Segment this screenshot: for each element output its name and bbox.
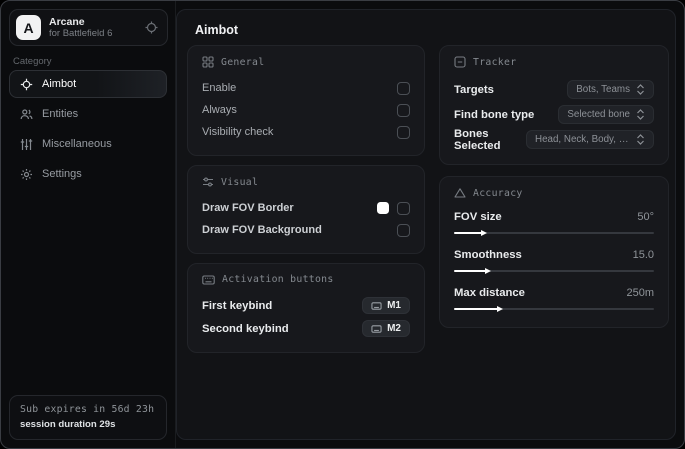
sidebar-item-label: Entities xyxy=(42,108,79,120)
second-keybind-button[interactable]: M2 xyxy=(362,320,410,337)
square-minus-icon xyxy=(454,56,466,68)
setting-label: Visibility check xyxy=(202,126,274,138)
app-header: A Arcane for Battlefield 6 xyxy=(9,9,168,46)
triangle-icon xyxy=(454,187,466,199)
setting-row: Find bone type Selected bone xyxy=(454,102,654,127)
card-title: Activation buttons xyxy=(222,274,334,285)
setting-label: Always xyxy=(202,104,237,116)
setting-label: Enable xyxy=(202,82,237,94)
draw-fov-background-checkbox[interactable] xyxy=(397,223,410,237)
setting-label: Find bone type xyxy=(454,108,535,121)
users-icon xyxy=(20,108,33,121)
subscription-info: Sub expires in 56d 23h session duration … xyxy=(9,395,167,440)
chevrons-up-down-icon xyxy=(636,109,645,120)
gear-icon xyxy=(20,168,33,181)
activation-buttons-card: Activation buttons First keybind M1 Seco… xyxy=(187,263,425,353)
category-label: Category xyxy=(13,56,52,67)
visibility-check-checkbox[interactable] xyxy=(397,125,410,139)
accuracy-card: Accuracy FOV size 50° Smoothness 15.0 Ma… xyxy=(439,176,669,328)
chevrons-up-down-icon xyxy=(636,84,645,95)
targets-dropdown[interactable]: Bots, Teams xyxy=(567,80,654,99)
setting-label: FOV size xyxy=(454,211,502,223)
keyboard-icon xyxy=(371,301,382,310)
sliders-vertical-icon xyxy=(20,138,33,151)
card-title: Tracker xyxy=(473,56,517,68)
keybind-value: M1 xyxy=(387,300,401,311)
app-window: A Arcane for Battlefield 6 Category Aimb… xyxy=(0,0,685,449)
slider-value: 250m xyxy=(626,287,654,299)
crosshair-target-icon[interactable] xyxy=(145,21,158,34)
sidebar-item-label: Miscellaneous xyxy=(42,138,112,150)
grid-icon xyxy=(202,56,214,68)
tracker-card: Tracker Targets Bots, Teams Find bone ty… xyxy=(439,45,669,165)
keyboard-icon xyxy=(371,324,382,333)
setting-label: Draw FOV Background xyxy=(202,224,322,236)
dropdown-value: Bots, Teams xyxy=(576,84,630,95)
card-title: Accuracy xyxy=(473,187,523,199)
setting-row: Enable xyxy=(202,77,410,99)
setting-row: Bones Selected Head, Neck, Body, Pe.. xyxy=(454,127,654,152)
page-title: Aimbot xyxy=(195,23,239,37)
bones-selected-dropdown[interactable]: Head, Neck, Body, Pe.. xyxy=(526,130,654,149)
setting-row: Draw FOV Border xyxy=(202,197,410,219)
setting-row: Draw FOV Background xyxy=(202,219,410,241)
slider-value: 50° xyxy=(637,211,654,223)
slider-row: Smoothness 15.0 xyxy=(454,246,654,275)
chevrons-up-down-icon xyxy=(636,134,645,145)
sidebar-item-label: Settings xyxy=(42,168,82,180)
dropdown-value: Head, Neck, Body, Pe.. xyxy=(535,134,630,145)
setting-label: First keybind xyxy=(202,299,273,312)
setting-label: Targets xyxy=(454,83,494,96)
sidebar: A Arcane for Battlefield 6 Category Aimb… xyxy=(1,1,176,448)
setting-label: Bones Selected xyxy=(454,127,501,152)
first-keybind-button[interactable]: M1 xyxy=(362,297,410,314)
dropdown-value: Selected bone xyxy=(567,109,630,120)
find-bone-type-dropdown[interactable]: Selected bone xyxy=(558,105,654,124)
slider-row: Max distance 250m xyxy=(454,284,654,313)
sidebar-item-settings[interactable]: Settings xyxy=(9,160,167,188)
setting-label: Second keybind xyxy=(202,322,289,335)
setting-row: Targets Bots, Teams xyxy=(454,77,654,102)
always-checkbox[interactable] xyxy=(397,103,410,117)
slider-row: FOV size 50° xyxy=(454,208,654,237)
fov-border-color-swatch[interactable] xyxy=(377,202,389,214)
app-subtitle: for Battlefield 6 xyxy=(49,27,113,39)
enable-checkbox[interactable] xyxy=(397,81,410,95)
crosshair-icon xyxy=(20,78,33,91)
slider-value: 15.0 xyxy=(632,249,654,261)
right-column: Tracker Targets Bots, Teams Find bone ty… xyxy=(439,45,669,328)
slider-thumb[interactable] xyxy=(485,267,491,274)
app-logo: A xyxy=(16,15,41,40)
setting-label: Draw FOV Border xyxy=(202,202,294,214)
keybind-value: M2 xyxy=(387,323,401,334)
sidebar-nav: Aimbot Entities Miscellaneous Settings xyxy=(9,70,167,188)
app-title: Arcane xyxy=(49,15,85,28)
setting-row: Second keybind M2 xyxy=(202,317,410,340)
sidebar-item-label: Aimbot xyxy=(42,78,77,90)
sidebar-item-miscellaneous[interactable]: Miscellaneous xyxy=(9,130,167,158)
setting-row: Always xyxy=(202,99,410,121)
visual-card: Visual Draw FOV Border Draw FOV Backgrou… xyxy=(187,165,425,254)
setting-row: First keybind M1 xyxy=(202,294,410,317)
draw-fov-border-checkbox[interactable] xyxy=(397,201,410,215)
setting-row: Visibility check xyxy=(202,121,410,143)
session-duration-text: session duration 29s xyxy=(20,419,116,430)
keyboard-icon xyxy=(202,274,215,285)
sliders-horizontal-icon xyxy=(202,176,214,188)
main-panel: Aimbot General Enable Always Visibility … xyxy=(176,9,676,440)
left-column: General Enable Always Visibility check V… xyxy=(187,45,425,353)
fov-size-slider[interactable] xyxy=(454,229,654,237)
setting-label: Smoothness xyxy=(454,249,522,261)
general-card: General Enable Always Visibility check xyxy=(187,45,425,156)
card-title: Visual xyxy=(221,176,259,188)
sidebar-item-aimbot[interactable]: Aimbot xyxy=(9,70,167,98)
sidebar-item-entities[interactable]: Entities xyxy=(9,100,167,128)
card-title: General xyxy=(221,56,265,68)
max-distance-slider[interactable] xyxy=(454,305,654,313)
smoothness-slider[interactable] xyxy=(454,267,654,275)
slider-thumb[interactable] xyxy=(481,229,487,236)
slider-thumb[interactable] xyxy=(497,305,503,312)
setting-label: Max distance xyxy=(454,287,525,299)
sub-expires-text: Sub expires in 56d 23h xyxy=(20,404,155,415)
